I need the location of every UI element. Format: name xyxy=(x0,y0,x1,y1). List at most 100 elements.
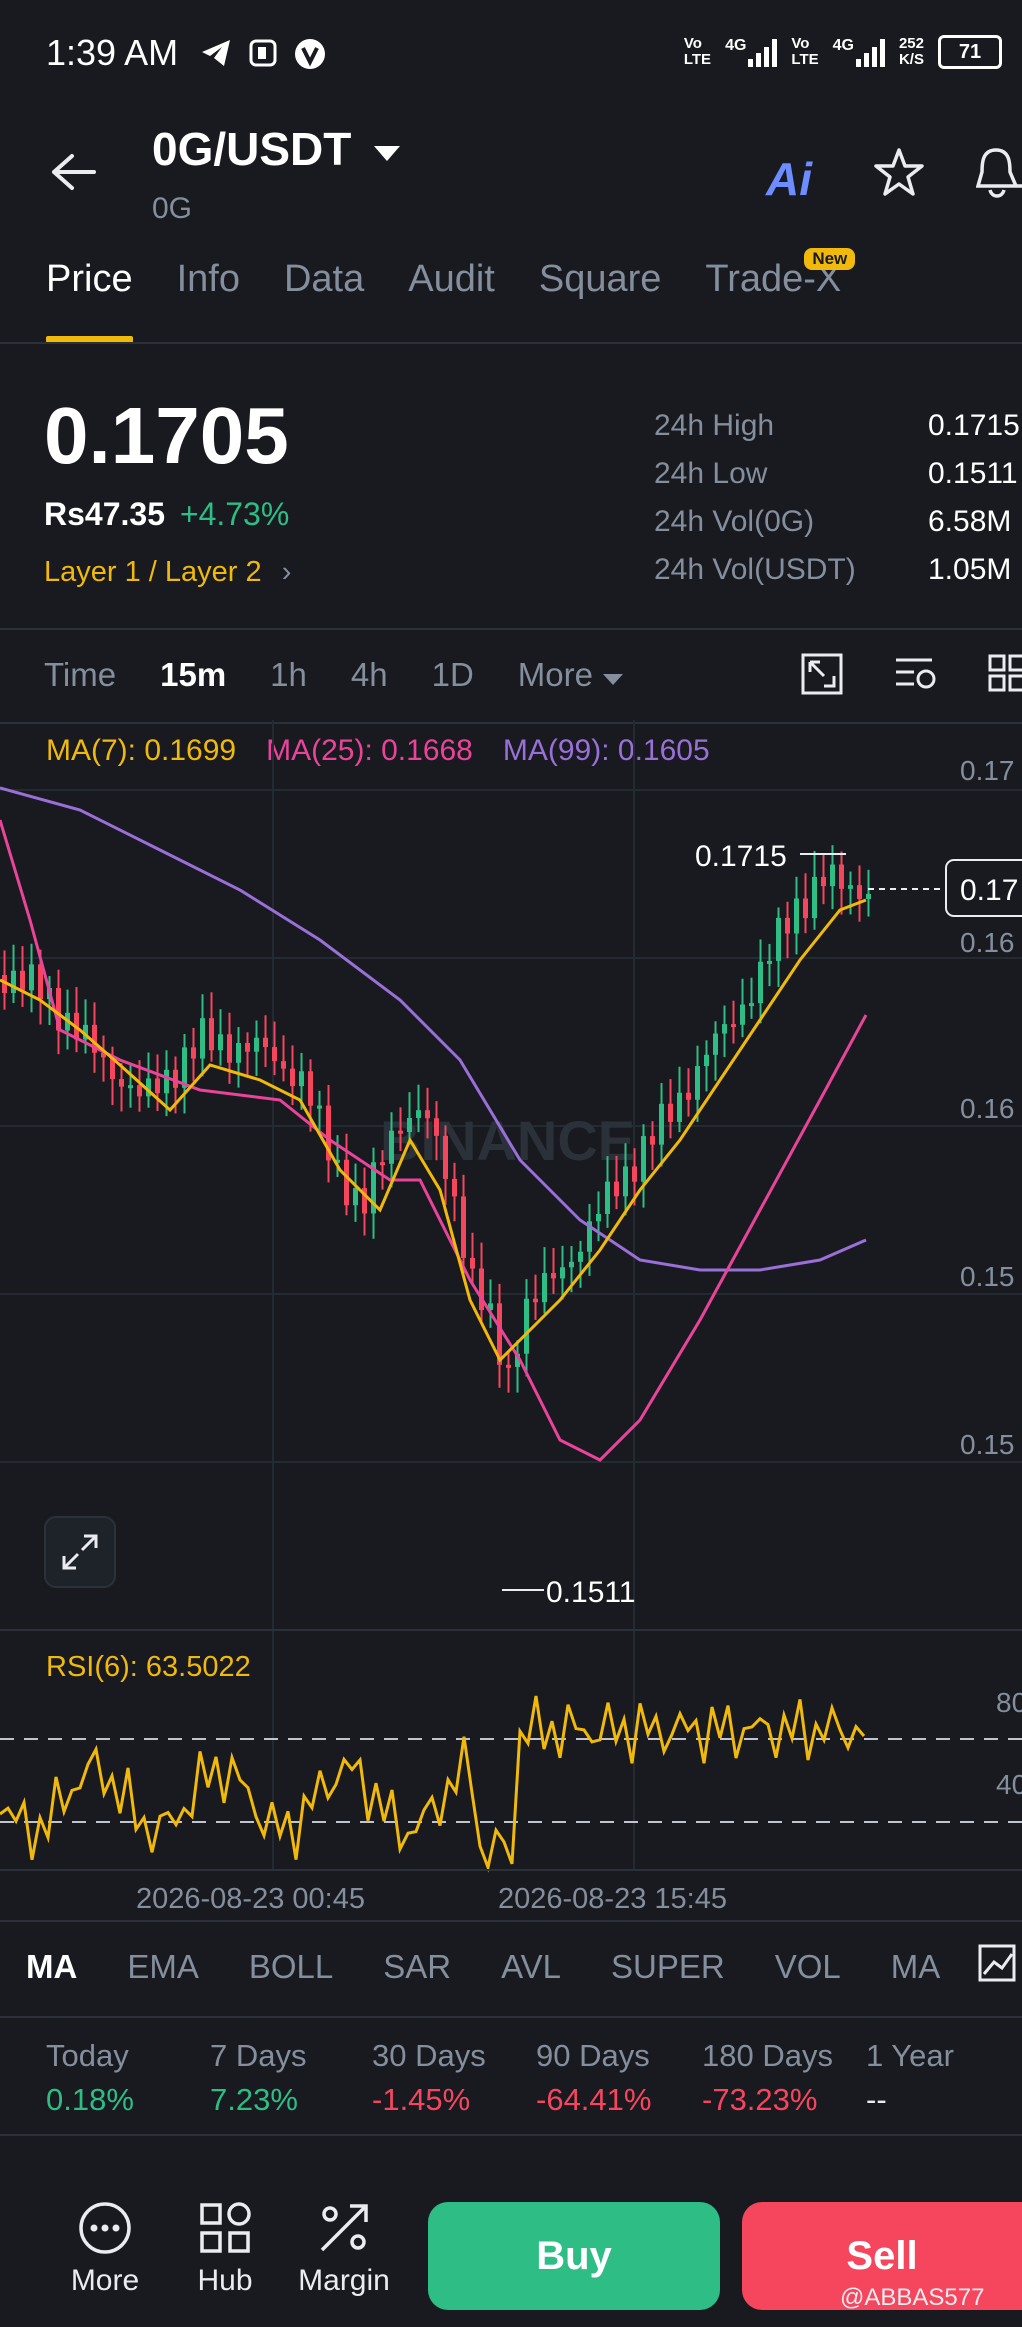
new-badge: New xyxy=(804,248,856,270)
y-tick: 0.15 xyxy=(960,1429,1015,1460)
tab-price[interactable]: Price xyxy=(46,258,133,343)
candle-body xyxy=(659,1103,664,1145)
candle-body xyxy=(524,1298,529,1354)
candle-body xyxy=(407,1117,412,1133)
tab-data[interactable]: Data xyxy=(284,258,364,301)
indicator-sar[interactable]: SAR xyxy=(383,1948,451,1986)
candle-body xyxy=(821,876,826,887)
candle-body xyxy=(272,1047,277,1062)
interval-time[interactable]: Time xyxy=(44,656,116,694)
indicator-ma-sub[interactable]: MA xyxy=(891,1948,941,1986)
candle-body xyxy=(344,1159,349,1206)
candle-body xyxy=(695,1066,700,1100)
rsi-line xyxy=(0,1695,866,1873)
candle-body xyxy=(533,1298,538,1303)
candle-body xyxy=(668,1103,673,1122)
notification-icons xyxy=(200,38,326,70)
candle-body xyxy=(641,1136,646,1182)
candle-body xyxy=(560,1267,565,1279)
indicator-settings-button[interactable] xyxy=(978,1932,1022,1994)
last-price: 0.1705 xyxy=(44,391,289,480)
interval-15m[interactable]: 15m xyxy=(160,656,226,694)
tab-audit[interactable]: Audit xyxy=(408,258,495,301)
hub-grid-icon xyxy=(200,2202,251,2253)
bell-icon[interactable] xyxy=(976,144,1022,200)
rsi-tick-40: 40 xyxy=(996,1769,1022,1800)
candle-body xyxy=(281,1061,286,1069)
candle-body xyxy=(713,1033,718,1055)
caret-down-icon xyxy=(374,145,401,161)
indicator-ma[interactable]: MA xyxy=(26,1948,77,1986)
buy-button[interactable]: Buy xyxy=(428,2202,720,2310)
layout-grid-icon[interactable] xyxy=(986,652,1022,696)
tab-square[interactable]: Square xyxy=(539,258,662,301)
nav-margin[interactable]: Margin xyxy=(288,2200,400,2298)
candle-body xyxy=(506,1364,511,1368)
candle-body xyxy=(569,1261,574,1268)
chart-settings-icon[interactable] xyxy=(892,652,940,696)
candle-body xyxy=(857,885,862,899)
candle-body xyxy=(308,1071,313,1106)
candle-body xyxy=(290,1068,295,1087)
main-tabs: Price Info Data Audit Square Trade-X New xyxy=(46,248,856,343)
pair-title[interactable]: 0G/USDT xyxy=(152,122,402,176)
candle-body xyxy=(245,1043,250,1052)
candle-body xyxy=(605,1181,610,1215)
candle-body xyxy=(740,1004,745,1025)
tab-trade-x[interactable]: Trade-X New xyxy=(705,248,856,301)
candle-body xyxy=(317,1105,322,1109)
rsi-tick-80: 80 xyxy=(996,1687,1022,1718)
candle-body xyxy=(848,885,853,889)
candle-body xyxy=(164,1069,169,1094)
perf-1y: 1 Year -- xyxy=(866,2038,954,2117)
candle-body xyxy=(551,1273,556,1279)
candle-body xyxy=(677,1092,682,1122)
indicator-ema[interactable]: EMA xyxy=(127,1948,199,1986)
stat-24h-vol-quote: 24h Vol(USDT) 1.05M xyxy=(654,553,1012,586)
indicator-boll[interactable]: BOLL xyxy=(249,1948,333,1986)
price-subrow: Rs47.35 +4.73% xyxy=(44,496,289,533)
candle-body xyxy=(542,1273,547,1303)
candle-body xyxy=(470,1257,475,1269)
interval-more[interactable]: More xyxy=(518,656,624,694)
candle-body xyxy=(299,1071,304,1087)
candle-body xyxy=(137,1085,142,1097)
indicator-divider-bottom xyxy=(0,2016,1022,2018)
fullscreen-button[interactable] xyxy=(44,1516,116,1588)
perf-30d: 30 Days -1.45% xyxy=(372,2038,486,2117)
price-change: +4.73% xyxy=(179,496,290,532)
candle-body xyxy=(614,1181,619,1197)
interval-4h[interactable]: 4h xyxy=(351,656,388,694)
candle-body xyxy=(704,1054,709,1067)
category-link[interactable]: Layer 1 / Layer 2 › xyxy=(44,556,291,589)
interval-1h[interactable]: 1h xyxy=(270,656,307,694)
candle-body xyxy=(191,1047,196,1059)
interval-1d[interactable]: 1D xyxy=(432,656,474,694)
candlestick-chart[interactable]: BINANCE 0.1715 0.1511 0.17 0.16 0.16 0.1… xyxy=(0,720,1022,1920)
candle-body xyxy=(236,1043,241,1063)
nav-more[interactable]: More xyxy=(50,2200,160,2298)
indicator-avl[interactable]: AVL xyxy=(501,1948,561,1986)
candle-body xyxy=(416,1110,421,1118)
nav-hub[interactable]: Hub xyxy=(170,2200,280,2298)
depth-chart-icon[interactable] xyxy=(800,652,844,696)
favorite-star-icon[interactable] xyxy=(872,146,926,200)
indicator-vol[interactable]: VOL xyxy=(775,1948,841,1986)
chevron-right-icon: › xyxy=(281,556,292,588)
candle-body xyxy=(425,1110,430,1119)
y-tick: 0.16 xyxy=(960,1093,1015,1124)
tab-info[interactable]: Info xyxy=(177,258,240,301)
candle-body xyxy=(749,1003,754,1007)
candle-body xyxy=(794,898,799,934)
telegram-icon xyxy=(202,40,230,66)
candle-body xyxy=(830,864,835,887)
back-arrow-icon[interactable] xyxy=(46,150,98,194)
indicator-super[interactable]: SUPER xyxy=(611,1948,725,1986)
fiat-price: Rs47.35 xyxy=(44,496,165,532)
more-dots-icon xyxy=(79,2202,131,2254)
candle-body xyxy=(155,1078,160,1094)
candle-body xyxy=(209,1018,214,1051)
perf-7d: 7 Days 7.23% xyxy=(210,2038,307,2117)
candle-body xyxy=(128,1085,133,1089)
ai-button[interactable]: Ai xyxy=(766,152,812,206)
